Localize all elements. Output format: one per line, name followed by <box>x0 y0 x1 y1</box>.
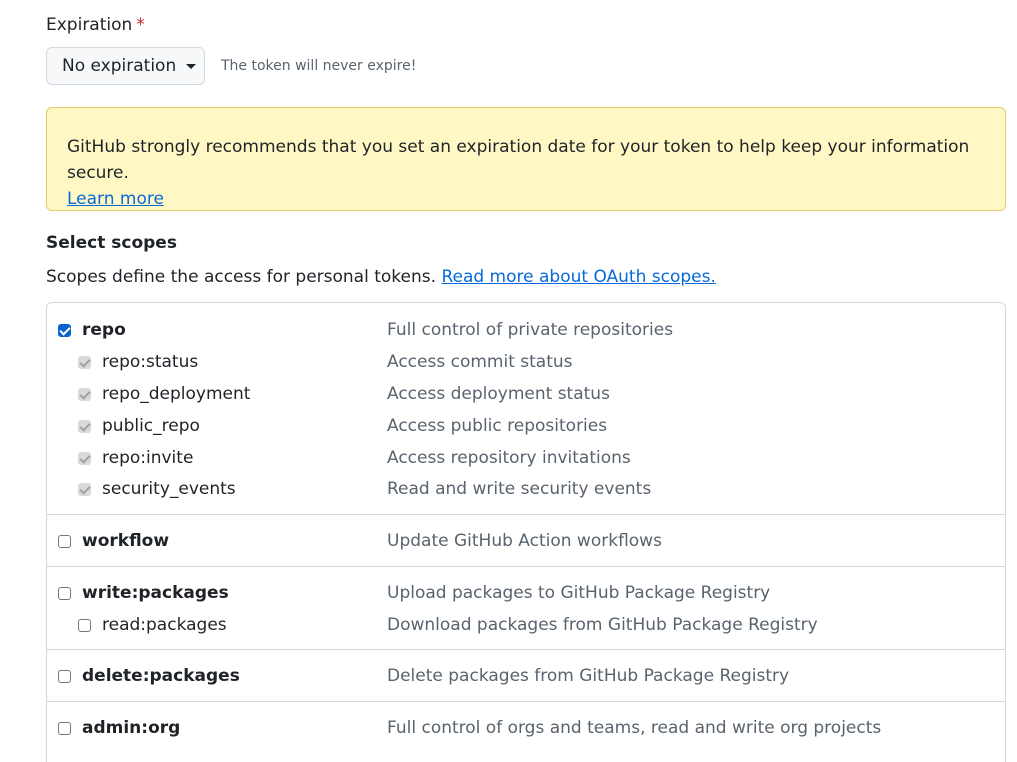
checkbox-repo-invite[interactable] <box>78 451 91 465</box>
scopes-title: Select scopes <box>46 233 177 253</box>
scope-desc: Upload packages to GitHub Package Regist… <box>387 583 771 603</box>
scope-name: security_events <box>102 479 236 499</box>
expiration-select-value: No expiration <box>62 56 177 76</box>
scope-row-repo-invite[interactable]: repo:invite Access repository invitation… <box>47 446 1005 470</box>
expiration-select[interactable]: No expiration <box>46 47 205 85</box>
scope-row-repo[interactable]: repo Full control of private repositorie… <box>47 318 1005 342</box>
checkbox-read-packages[interactable] <box>78 618 91 632</box>
checkbox-repo-deployment[interactable] <box>78 387 91 401</box>
scopes-description-text: Scopes define the access for personal to… <box>46 267 437 287</box>
scope-desc: Access commit status <box>387 352 573 372</box>
scope-row-admin-org[interactable]: admin:org Full control of orgs and teams… <box>47 716 1005 740</box>
checkbox-admin-org[interactable] <box>58 721 71 735</box>
expiration-label: Expiration * <box>46 15 145 35</box>
scope-name: repo_deployment <box>102 384 251 404</box>
scope-name: repo:invite <box>102 448 194 468</box>
expiration-note: The token will never expire! <box>221 58 417 74</box>
scope-row-security-events[interactable]: security_events Read and write security … <box>47 477 1005 501</box>
scope-list: repo Full control of private repositorie… <box>46 302 1006 762</box>
scope-row-repo-deployment[interactable]: repo_deployment Access deployment status <box>47 382 1005 406</box>
scope-name: workflow <box>82 531 170 551</box>
flash-message: GitHub strongly recommends that you set … <box>67 137 970 183</box>
scope-name: write:packages <box>82 583 229 603</box>
scope-desc: Update GitHub Action workflows <box>387 531 662 551</box>
divider <box>47 649 1005 650</box>
required-mark: * <box>136 15 145 35</box>
scope-row-read-packages[interactable]: read:packages Download packages from Git… <box>47 613 1005 637</box>
checkbox-repo-status[interactable] <box>78 355 91 369</box>
checkbox-write-packages[interactable] <box>58 586 71 600</box>
checkbox-security-events[interactable] <box>78 482 91 496</box>
scope-desc: Download packages from GitHub Package Re… <box>387 615 818 635</box>
divider <box>47 566 1005 567</box>
checkbox-delete-packages[interactable] <box>58 669 71 683</box>
scope-name: read:packages <box>102 615 227 635</box>
scope-name: admin:org <box>82 718 181 738</box>
scope-desc: Access public repositories <box>387 416 608 436</box>
learn-more-link[interactable]: Learn more <box>67 189 164 209</box>
scope-name: repo:status <box>102 352 199 372</box>
divider <box>47 701 1005 702</box>
checkbox-workflow[interactable] <box>58 534 71 548</box>
warning-flash: GitHub strongly recommends that you set … <box>46 107 1006 211</box>
scope-row-workflow[interactable]: workflow Update GitHub Action workflows <box>47 529 1005 553</box>
checkbox-public-repo[interactable] <box>78 419 91 433</box>
scope-desc: Full control of private repositories <box>387 320 674 340</box>
expiration-label-text: Expiration <box>46 15 133 35</box>
scope-row-write-packages[interactable]: write:packages Upload packages to GitHub… <box>47 581 1005 605</box>
scope-desc: Delete packages from GitHub Package Regi… <box>387 666 790 686</box>
checkbox-repo[interactable] <box>58 323 71 337</box>
oauth-scopes-link[interactable]: Read more about OAuth scopes. <box>441 267 715 287</box>
scope-desc: Access repository invitations <box>387 448 631 468</box>
scope-row-repo-status[interactable]: repo:status Access commit status <box>47 350 1005 374</box>
scope-name: repo <box>82 320 126 340</box>
caret-down-icon <box>186 63 197 69</box>
scope-name: public_repo <box>102 416 200 436</box>
scope-desc: Read and write security events <box>387 479 652 499</box>
scope-row-public-repo[interactable]: public_repo Access public repositories <box>47 414 1005 438</box>
divider <box>47 514 1005 515</box>
scope-name: delete:packages <box>82 666 240 686</box>
scope-row-delete-packages[interactable]: delete:packages Delete packages from Git… <box>47 664 1005 688</box>
scope-desc: Full control of orgs and teams, read and… <box>387 718 882 738</box>
scopes-description: Scopes define the access for personal to… <box>46 267 716 287</box>
scope-desc: Access deployment status <box>387 384 610 404</box>
